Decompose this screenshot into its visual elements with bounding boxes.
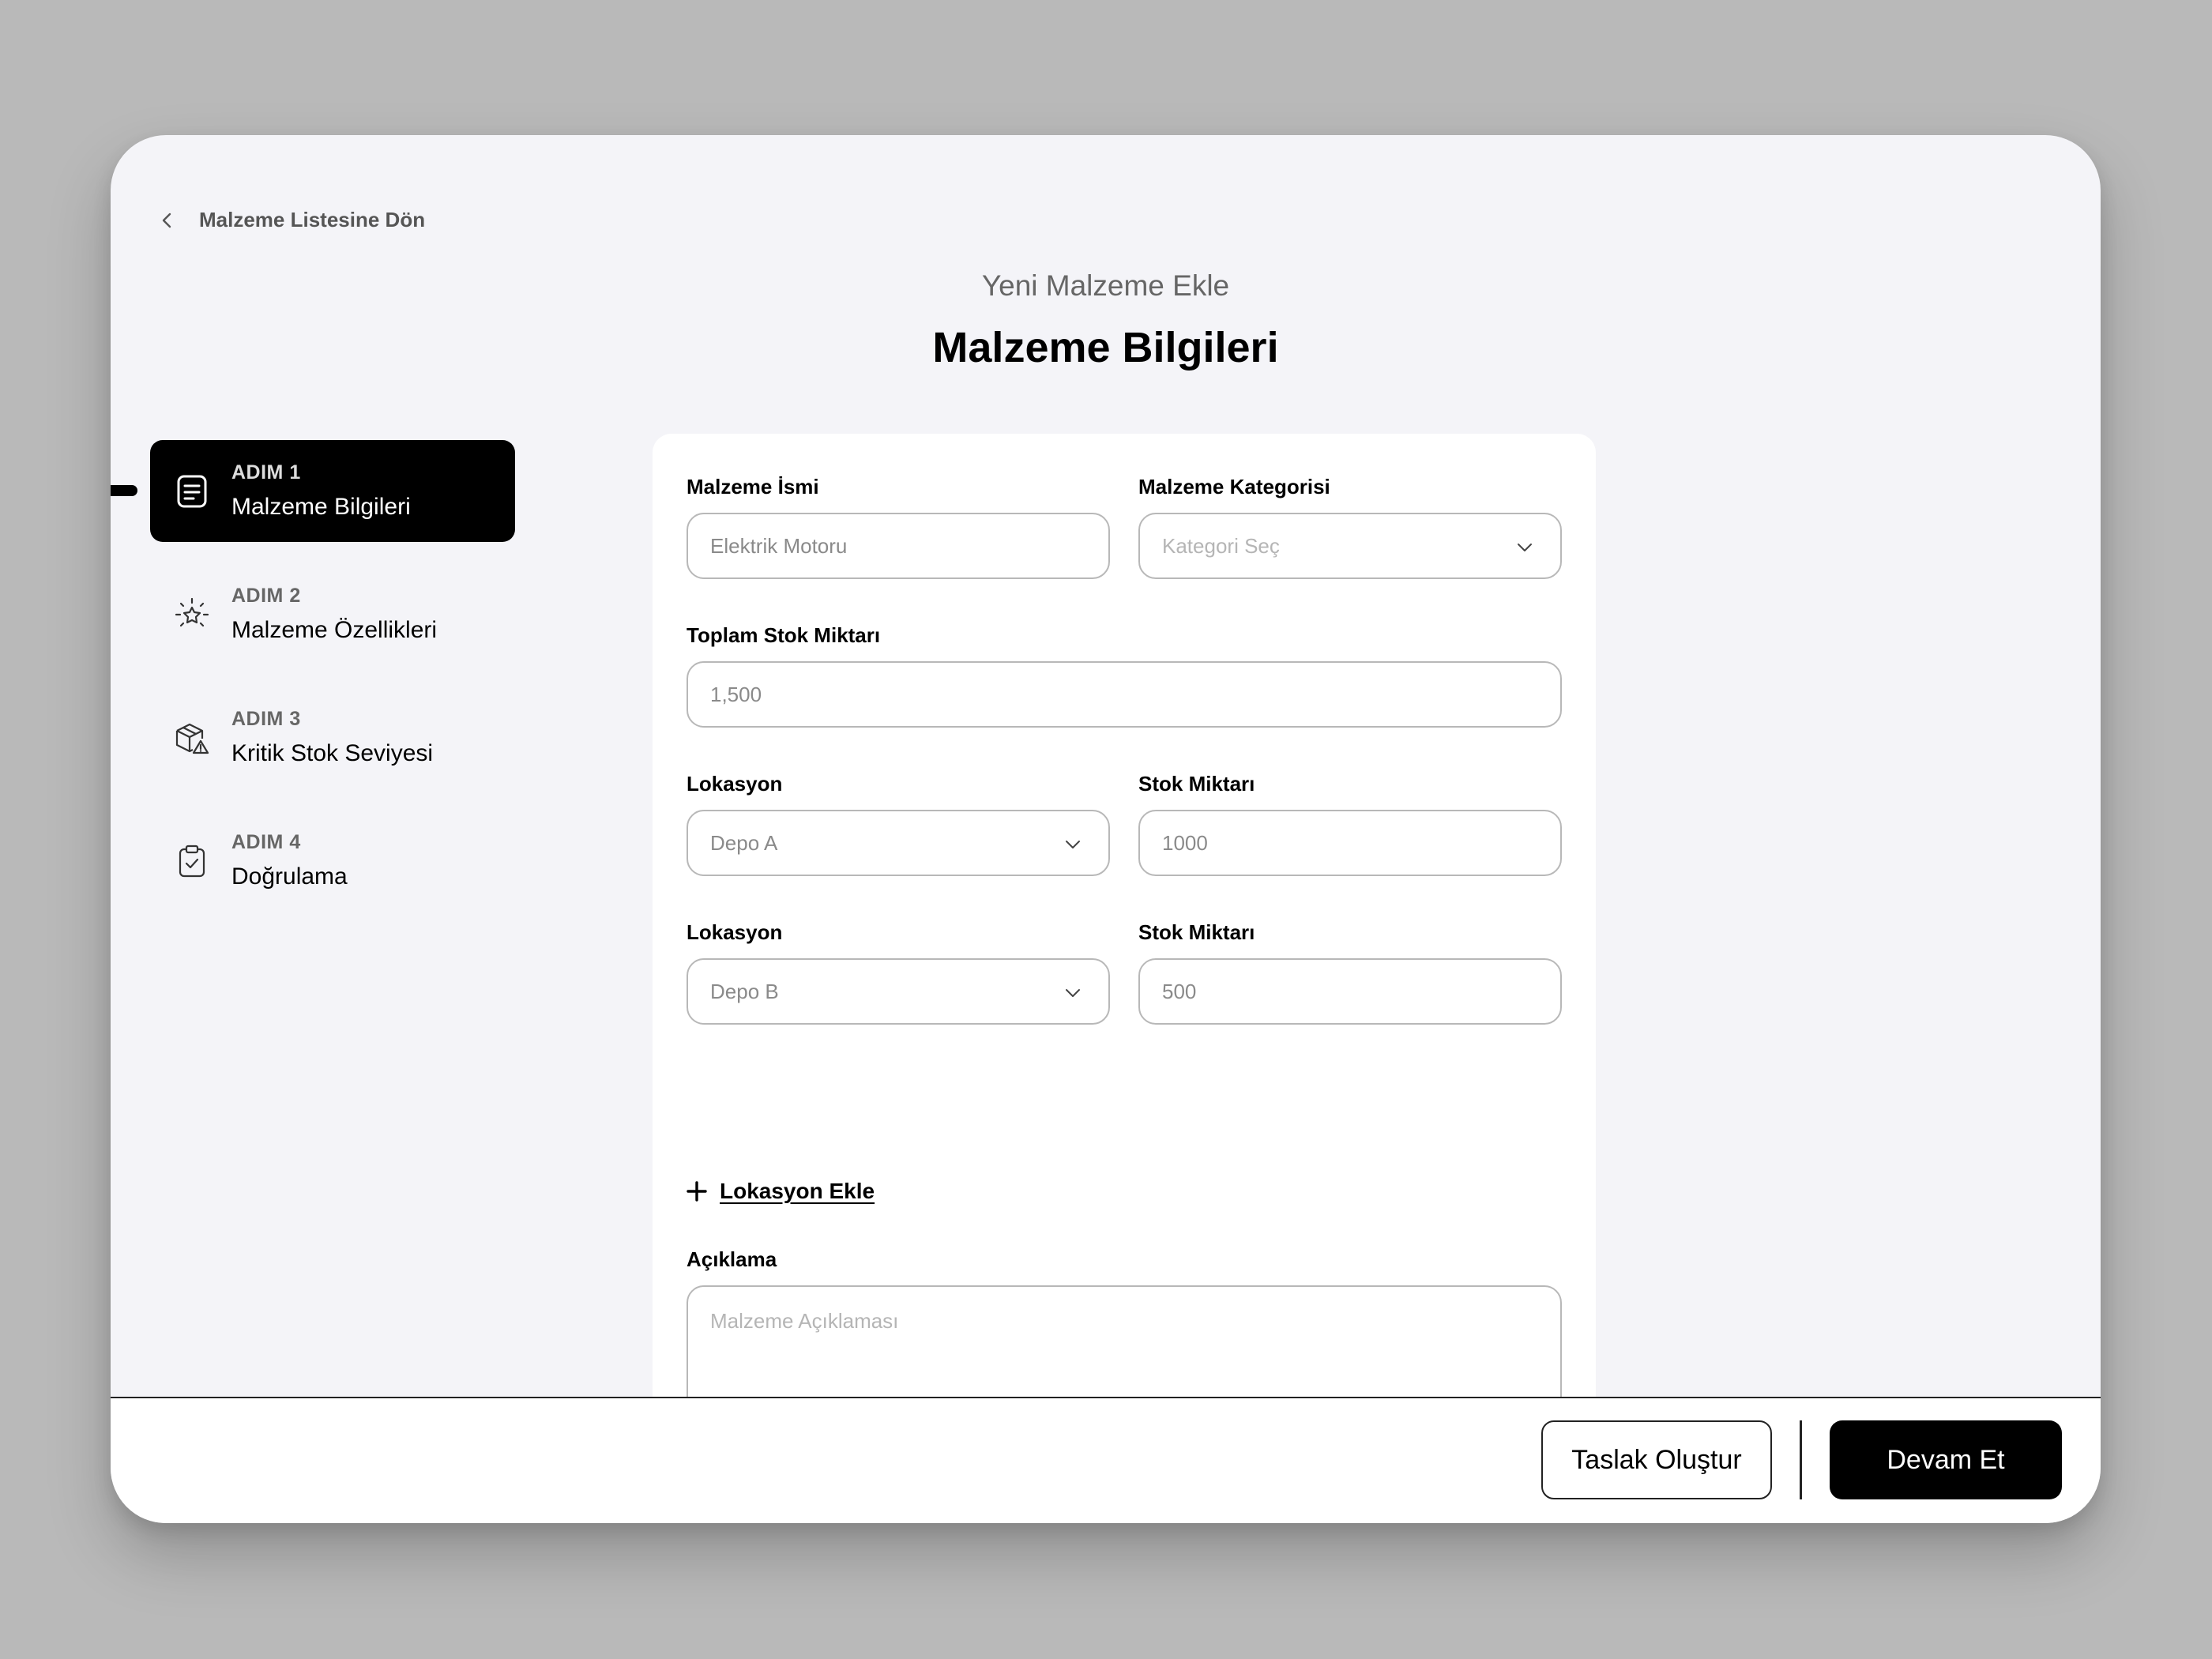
form-card: Malzeme İsmi Elektrik Motoru Malzeme Kat… xyxy=(653,434,1596,1523)
step-number: ADIM 4 xyxy=(231,831,301,853)
sparkle-icon xyxy=(174,596,210,633)
location-select[interactable]: Depo A xyxy=(687,810,1110,876)
location-value: Depo B xyxy=(710,979,779,1003)
step-name: Malzeme Özellikleri xyxy=(231,617,438,643)
category-placeholder: Kategori Seç xyxy=(1162,533,1280,558)
chevron-down-icon xyxy=(1066,989,1080,997)
app-window: Malzeme Listesine Dön Yeni Malzeme Ekle … xyxy=(111,135,2101,1523)
stock-amount-label: Stok Miktarı xyxy=(1138,772,1255,796)
step-1-malzeme-bilgileri[interactable]: ADIM 1 Malzeme Bilgileri xyxy=(150,440,515,542)
category-label: Malzeme Kategorisi xyxy=(1138,475,1330,498)
location-label: Lokasyon xyxy=(687,920,783,944)
step-name: Doğrulama xyxy=(231,863,348,890)
create-draft-button[interactable]: Taslak Oluştur xyxy=(1541,1420,1772,1499)
step-number: ADIM 2 xyxy=(231,585,301,607)
document-icon xyxy=(174,473,210,510)
box-warning-icon xyxy=(174,720,210,756)
name-input[interactable]: Elektrik Motoru xyxy=(687,513,1110,579)
plus-icon xyxy=(687,1181,707,1202)
page-title: Malzeme Bilgileri xyxy=(932,324,1279,371)
step-number: ADIM 1 xyxy=(231,461,301,483)
stock-amount-input[interactable]: 1000 xyxy=(1138,810,1562,876)
description-label: Açıklama xyxy=(687,1247,777,1271)
active-step-indicator xyxy=(111,485,137,496)
page-subtitle: Yeni Malzeme Ekle xyxy=(981,269,1230,302)
footer-bar: Taslak Oluştur Devam Et xyxy=(111,1397,2101,1523)
clipboard-check-icon xyxy=(174,843,210,879)
chevron-left-icon xyxy=(162,213,171,228)
name-label: Malzeme İsmi xyxy=(687,475,819,498)
location-value: Depo A xyxy=(710,830,778,855)
total-stock-input[interactable]: 1,500 xyxy=(687,661,1562,728)
chevron-down-icon xyxy=(1066,841,1080,848)
location-select[interactable]: Depo B xyxy=(687,958,1110,1025)
stock-amount-label: Stok Miktarı xyxy=(1138,920,1255,944)
step-name: Malzeme Bilgileri xyxy=(231,494,411,520)
continue-button[interactable]: Devam Et xyxy=(1830,1420,2062,1499)
step-3-kritik-stok-seviyesi[interactable]: ADIM 3 Kritik Stok Seviyesi xyxy=(150,687,515,788)
add-location-label: Lokasyon Ekle xyxy=(720,1179,875,1203)
chevron-down-icon xyxy=(1518,544,1532,551)
step-number: ADIM 3 xyxy=(231,708,301,730)
footer-divider xyxy=(1800,1420,1802,1499)
back-to-list-link[interactable]: Malzeme Listesine Dön xyxy=(158,208,425,232)
category-select[interactable]: Kategori Seç xyxy=(1138,513,1562,579)
stock-amount-input[interactable]: 500 xyxy=(1138,958,1562,1025)
total-stock-label: Toplam Stok Miktarı xyxy=(687,623,881,647)
location-label: Lokasyon xyxy=(687,772,783,796)
description-placeholder: Malzeme Açıklaması xyxy=(710,1309,899,1333)
step-4-dogrulama[interactable]: ADIM 4 Doğrulama xyxy=(150,810,515,912)
step-name: Kritik Stok Seviyesi xyxy=(231,740,434,766)
back-link-label: Malzeme Listesine Dön xyxy=(199,208,426,231)
step-2-malzeme-ozellikleri[interactable]: ADIM 2 Malzeme Özellikleri xyxy=(150,563,515,665)
add-location-button[interactable]: Lokasyon Ekle xyxy=(687,1179,875,1204)
